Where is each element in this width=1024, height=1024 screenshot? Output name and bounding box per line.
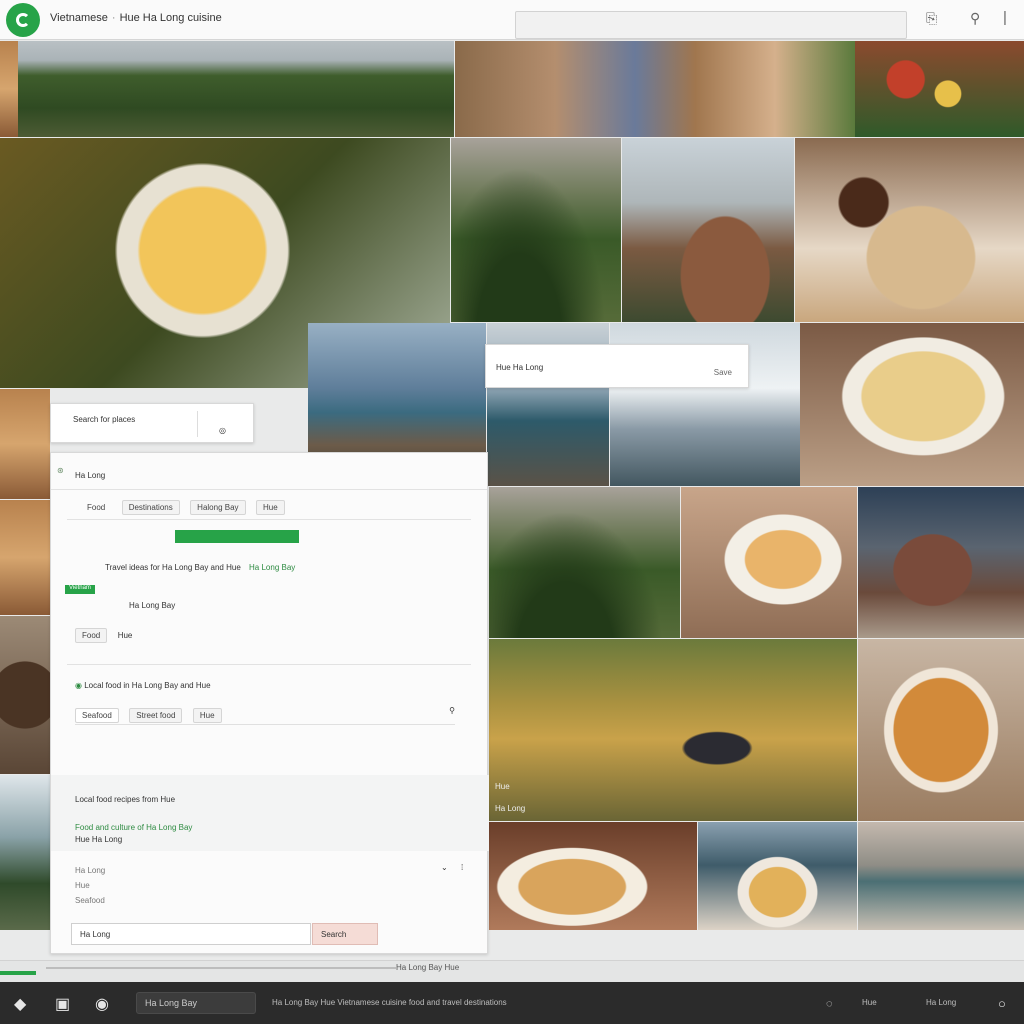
search-button[interactable]: Search — [312, 923, 378, 945]
right-label-2[interactable]: Ha Long — [926, 998, 956, 1007]
tab-2[interactable]: Halong Bay — [190, 500, 246, 515]
photo-tile[interactable] — [855, 41, 1024, 137]
status-text: Ha Long Bay Hue Vietnamese cuisine food … — [272, 998, 507, 1007]
photo-tile[interactable] — [0, 775, 50, 930]
tab-1[interactable]: Destinations — [121, 500, 180, 515]
photo-tile[interactable] — [698, 822, 857, 930]
taskbar-pill[interactable]: Ha Long Bay — [136, 992, 256, 1014]
filter-value: Hue — [117, 631, 133, 640]
overlay-search-icon[interactable]: ◎ — [219, 426, 226, 435]
photo-tile[interactable] — [0, 500, 50, 615]
list-item[interactable]: Ha Long — [75, 866, 105, 875]
badge: Vietnam — [65, 585, 95, 594]
overlay-search[interactable]: Search for places ◎ — [50, 403, 254, 443]
popup-action[interactable]: Save — [714, 368, 732, 377]
note-1: Local food recipes from Hue — [75, 795, 176, 804]
search-icon[interactable]: ⚲ — [970, 10, 980, 27]
top-search-input[interactable] — [515, 11, 907, 39]
side-panel: ⊛ Ha Long Food Destinations Halong Bay H… — [50, 452, 489, 954]
info-link[interactable]: Ha Long Bay — [249, 563, 295, 572]
filter-row: Food Hue — [75, 625, 132, 643]
check-icon: ◉ — [75, 681, 82, 690]
primary-button[interactable] — [175, 530, 299, 543]
scroll-text: Ha Long Bay Hue — [396, 963, 460, 972]
sub-chip-0[interactable]: Seafood — [75, 708, 119, 723]
panel-divider — [51, 489, 487, 490]
lock-icon[interactable]: ▣ — [55, 994, 70, 1014]
photo-tile[interactable] — [451, 138, 621, 322]
logo-icon[interactable] — [6, 3, 40, 37]
pin-icon[interactable]: ⚲ — [449, 706, 455, 715]
note-3: Hue Ha Long — [75, 835, 123, 844]
notes-block: Local food recipes from Hue Food and cul… — [51, 775, 489, 851]
panel-tabs: Food Destinations Halong Bay Hue — [81, 497, 291, 515]
tabs-divider — [67, 519, 471, 520]
note-2[interactable]: Food and culture of Ha Long Bay — [75, 823, 192, 832]
list-item[interactable]: Seafood — [75, 896, 105, 905]
photo-subcaption: Ha Long — [495, 804, 526, 813]
filter-chip[interactable]: Food — [75, 628, 108, 643]
app-header: Vietnamese · Hue Ha Long cuisine ⎘ ⚲ | — [0, 0, 1024, 40]
tab-3[interactable]: Hue — [255, 500, 285, 515]
sub-chip-row: Seafood Street food Hue ⚲ — [75, 701, 455, 725]
sub-chip-2[interactable]: Hue — [192, 708, 222, 723]
share-icon[interactable]: ⎘ — [926, 10, 937, 27]
filter-divider — [67, 664, 471, 665]
photo-tile[interactable]: Hue Ha Long — [489, 639, 857, 821]
scroll-track[interactable] — [46, 967, 396, 969]
more-icon[interactable]: ⁞ — [461, 863, 463, 872]
photo-tile[interactable] — [0, 616, 50, 774]
popup-title: Hue Ha Long — [496, 363, 544, 372]
popup-card: Hue Ha Long Save — [485, 344, 749, 388]
photo-tile[interactable] — [489, 822, 697, 930]
info-line: Travel ideas for Ha Long Bay and Hue Ha … — [105, 563, 295, 572]
overlay-divider — [197, 411, 198, 437]
info-text: Travel ideas for Ha Long Bay and Hue — [105, 563, 241, 572]
app-title: Vietnamese · Hue Ha Long cuisine — [50, 12, 222, 24]
back-icon[interactable]: ◆ — [14, 994, 26, 1014]
list-item[interactable]: Hue — [75, 881, 90, 890]
photo-tile[interactable] — [681, 487, 857, 638]
photo-tile[interactable] — [858, 487, 1024, 638]
photo-caption: Hue — [495, 782, 510, 791]
wifi-icon[interactable]: ◌ — [826, 998, 833, 1010]
bottom-input-value: Ha Long — [80, 930, 111, 939]
photo-tile[interactable] — [858, 639, 1024, 821]
power-icon[interactable]: ○ — [998, 996, 1006, 1011]
photo-tile[interactable] — [0, 389, 50, 499]
title-text: Vietnamese — [50, 12, 108, 24]
check-row[interactable]: ◉ Local food in Ha Long Bay and Hue — [75, 681, 211, 690]
photo-tile[interactable] — [795, 138, 1024, 322]
photo-tile[interactable] — [858, 822, 1024, 930]
panel-heading: Ha Long — [75, 471, 106, 480]
section-label: Ha Long Bay — [129, 601, 176, 610]
check-label: Local food in Ha Long Bay and Hue — [84, 681, 211, 690]
photo-tile[interactable] — [0, 41, 18, 137]
search-button-label: Search — [321, 930, 347, 939]
photo-tile[interactable] — [18, 41, 454, 137]
taskbar: ◆ ▣ ◉ Ha Long Bay Ha Long Bay Hue Vietna… — [0, 982, 1024, 1024]
photo-tile[interactable] — [455, 41, 855, 137]
photo-tile[interactable] — [622, 138, 794, 322]
menu-icon[interactable]: | — [1003, 9, 1007, 26]
photo-tile[interactable] — [800, 323, 1024, 486]
tab-0[interactable]: Food — [81, 501, 111, 514]
panel-logo-icon: ⊛ — [57, 466, 64, 475]
chevron-down-icon[interactable]: ⌄ — [441, 863, 448, 872]
scroll-strip: Ha Long Bay Hue — [0, 960, 1024, 982]
overlay-search-text: Search for places — [73, 415, 136, 424]
bottom-input[interactable]: Ha Long — [71, 923, 311, 945]
photo-tile[interactable] — [489, 487, 680, 638]
scroll-thumb[interactable] — [0, 971, 36, 975]
subtitle-text: Hue Ha Long cuisine — [119, 12, 222, 24]
camera-icon[interactable]: ◉ — [95, 994, 109, 1014]
sub-chip-1[interactable]: Street food — [129, 708, 183, 723]
right-label-1[interactable]: Hue — [862, 998, 877, 1007]
